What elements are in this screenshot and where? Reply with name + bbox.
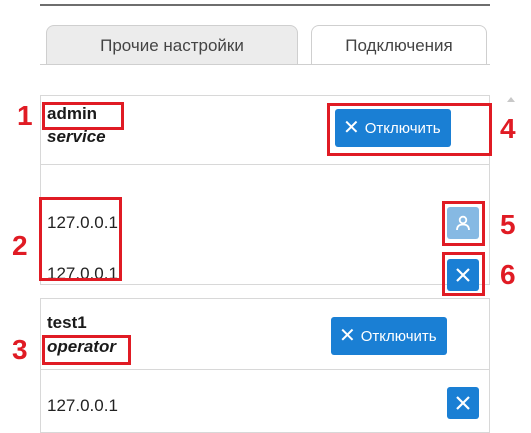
session-user-name: test1 [47, 313, 87, 332]
annotation-number-6: 6 [500, 259, 516, 290]
disconnect-button[interactable]: ✕ Отключить [331, 317, 447, 355]
connection-ip: 127.0.0.1 [47, 396, 118, 415]
annotation-box-3 [42, 335, 131, 365]
annotation-box-6 [442, 252, 485, 296]
annotation-box-4 [327, 103, 492, 156]
annotation-number-3: 3 [12, 334, 28, 365]
tabs-baseline [40, 64, 490, 65]
close-icon [456, 396, 470, 410]
annotation-number-2: 2 [12, 230, 28, 261]
session-card-test1: test1 operator ✕ Отключить 127.0.0.1 [40, 298, 490, 433]
top-divider [40, 4, 490, 6]
session-user-role: service [47, 127, 106, 146]
annotation-box-2 [39, 197, 122, 281]
annotation-box-1 [42, 102, 124, 130]
annotation-number-1: 1 [17, 100, 33, 131]
close-connection-button[interactable] [447, 387, 479, 419]
annotation-box-5 [442, 201, 485, 246]
close-icon: ✕ [339, 325, 356, 347]
annotation-number-4: 4 [500, 113, 516, 144]
scroll-up-arrow[interactable] [507, 97, 515, 102]
disconnect-button-label: Отключить [360, 328, 437, 345]
tab-connections[interactable]: Подключения [311, 25, 487, 65]
tab-other-settings[interactable]: Прочие настройки [46, 25, 298, 65]
annotation-number-5: 5 [500, 209, 516, 240]
